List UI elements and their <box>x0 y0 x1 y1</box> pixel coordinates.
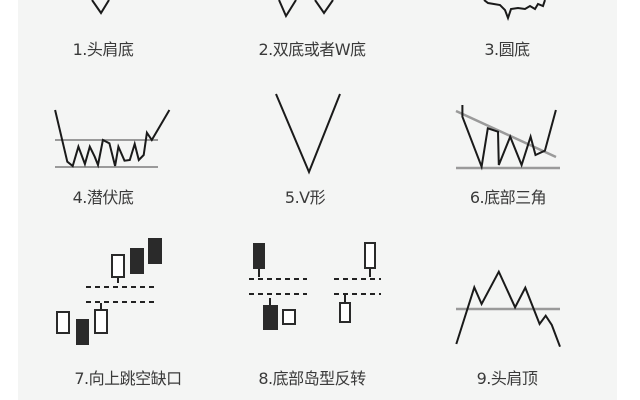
label-island-reversal: 8.底部岛型反转 <box>258 369 366 388</box>
v-shape-line <box>275 93 341 175</box>
head-shoulders-bottom-line <box>91 0 110 15</box>
candle-hollow <box>364 242 376 269</box>
candle-filled <box>130 248 144 274</box>
label-v-shape: 5.V形 <box>284 188 326 207</box>
bottom-triangle-trend-line <box>455 109 557 159</box>
candle-hollow <box>282 309 296 325</box>
candle-hollow <box>111 254 125 278</box>
rounding-bottom-line <box>483 0 546 21</box>
label-rounding-bottom: 3.圆底 <box>484 40 530 59</box>
candle-filled <box>263 305 278 330</box>
double-bottom-line-right <box>314 0 334 15</box>
candle-hollow <box>56 311 70 334</box>
label-latent-bottom: 4.潜伏底 <box>72 188 134 207</box>
label-head-shoulders-bottom: 1.头肩底 <box>72 40 134 59</box>
candle-filled <box>148 238 162 264</box>
label-head-shoulders-top: 9.头肩顶 <box>476 369 538 388</box>
candle-hollow <box>339 302 351 323</box>
candle-filled <box>76 319 89 345</box>
candle-hollow <box>94 309 108 334</box>
latent-bottom-line <box>54 109 171 169</box>
label-upward-gap: 7.向上跳空缺口 <box>74 369 182 388</box>
double-bottom-line-left <box>278 0 297 19</box>
label-double-bottom: 2.双底或者W底 <box>258 40 366 59</box>
label-bottom-triangle: 6.底部三角 <box>469 188 547 207</box>
candle-filled <box>253 243 265 269</box>
